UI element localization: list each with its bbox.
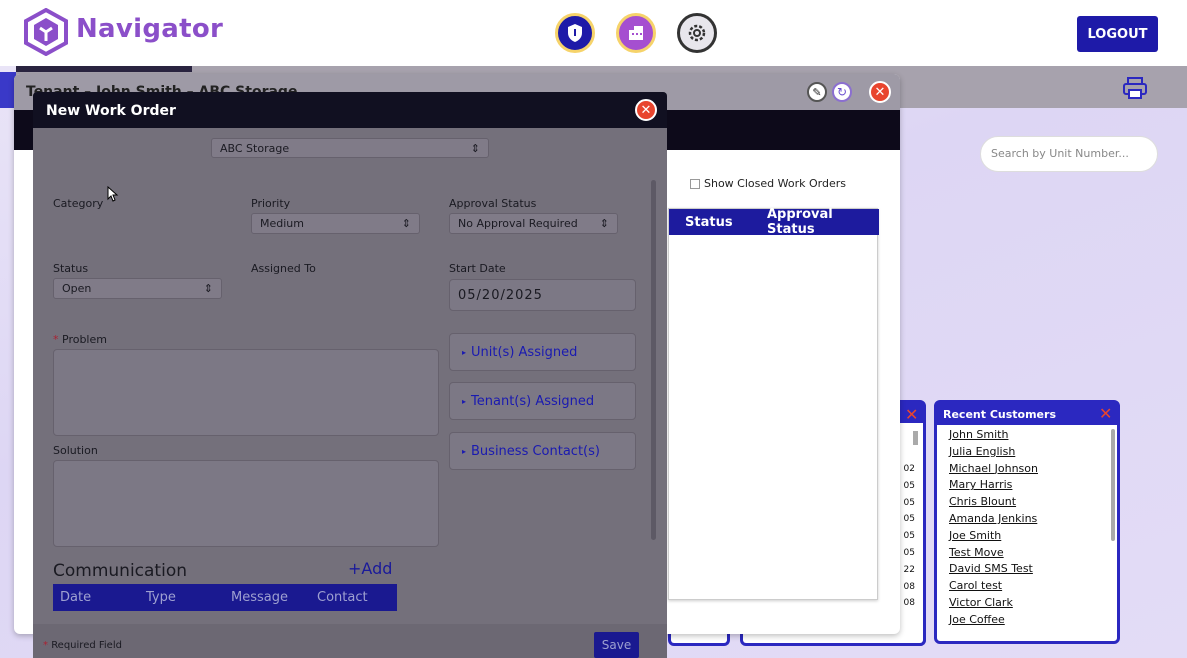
printer-icon[interactable] [1122,76,1148,100]
start-date-label: Start Date [449,262,506,275]
add-communication-button[interactable]: +Add [348,559,392,578]
select-arrow-icon: ⇕ [401,217,411,230]
communication-table-header: Date Type Message Contact [53,584,397,611]
tenant-close-icon[interactable]: ✕ [869,81,891,103]
recent-customers-widget: Recent Customers ✕ John Smith Julia Engl… [934,400,1120,644]
assigned-to-label: Assigned To [251,262,316,275]
customer-link[interactable]: Victor Clark [949,595,1038,612]
building-icon [629,26,643,40]
column-date: Date [60,590,92,605]
shield-icon [568,24,582,42]
modal-title: New Work Order [46,103,176,119]
recent-customers-close-icon[interactable]: ✕ [1099,404,1112,423]
select-arrow-icon: ⇕ [470,141,480,155]
recent-customers-title: Recent Customers [943,408,1056,421]
priority-label: Priority [251,197,291,210]
start-date-input[interactable]: 05/20/2025 [449,279,636,311]
modal-footer [33,624,667,658]
customer-link[interactable]: Michael Johnson [949,461,1038,478]
navigator-logo-icon [24,8,68,56]
required-field-note: * Required Field [43,640,122,651]
refresh-icon[interactable]: ↻ [832,82,852,102]
customer-link[interactable]: John Smith [949,427,1038,444]
business-contacts-accordion[interactable]: ▸ Business Contact(s) [449,432,636,470]
customer-link[interactable]: Mary Harris [949,477,1038,494]
column-message: Message [231,590,288,605]
category-label: Category [53,197,104,210]
customer-link[interactable]: Amanda Jenkins [949,511,1038,528]
work-order-table: Status Approval Status [668,207,879,600]
show-closed-checkbox[interactable] [690,178,700,189]
facility-value: ABC Storage [220,141,290,155]
brand-name: Navigator [76,14,224,44]
approval-status-value: No Approval Required [458,217,578,230]
problem-label: * Problem [53,333,107,346]
select-arrow-icon: ⇕ [203,282,213,295]
modal-scrollbar[interactable] [651,180,656,540]
expand-arrow-icon: ▸ [462,396,467,406]
expand-arrow-icon: ▸ [462,446,467,456]
business-contacts-label: Business Contact(s) [471,443,600,459]
save-button[interactable]: Save [594,632,639,658]
shield-button[interactable] [555,13,595,53]
column-type: Type [146,590,176,605]
column-approval-status[interactable]: Approval Status [767,207,879,237]
column-status[interactable]: Status [685,215,733,230]
approval-status-select[interactable]: No Approval Required ⇕ [449,213,618,234]
required-marker: * [53,333,59,346]
tenants-assigned-accordion[interactable]: ▸ Tenant(s) Assigned [449,382,636,420]
customer-link[interactable]: Test Move [949,545,1038,562]
building-button[interactable] [616,13,656,53]
priority-value: Medium [260,217,304,230]
customer-link[interactable]: Joe Coffee [949,612,1038,629]
logout-button[interactable]: LOGOUT [1077,16,1158,52]
approval-status-label: Approval Status [449,197,537,210]
solution-label: Solution [53,444,98,457]
customer-link[interactable]: Chris Blount [949,494,1038,511]
settings-button[interactable] [677,13,717,53]
paperclip-icon[interactable]: ✎ [807,82,827,102]
work-order-table-header: Status Approval Status [669,207,879,237]
expand-arrow-icon: ▸ [462,347,467,357]
gear-icon [688,24,706,42]
solution-textarea[interactable] [53,460,439,547]
problem-textarea[interactable] [53,349,439,436]
unit-search-input[interactable]: Search by Unit Number... [980,136,1158,172]
priority-select[interactable]: Medium ⇕ [251,213,420,234]
status-value: Open [62,282,92,295]
modal-close-icon[interactable]: ✕ [635,99,657,121]
customer-link[interactable]: Julia English [949,444,1038,461]
units-assigned-label: Unit(s) Assigned [471,344,578,360]
column-contact: Contact [317,590,368,605]
select-arrow-icon: ⇕ [599,217,609,230]
show-closed-label: Show Closed Work Orders [704,177,846,190]
recent-customers-scrollbar[interactable] [1111,429,1115,541]
customer-link[interactable]: Carol test [949,578,1038,595]
required-marker: * [43,640,48,651]
units-assigned-accordion[interactable]: ▸ Unit(s) Assigned [449,333,636,371]
active-tab-indicator [16,66,192,72]
mouse-cursor-icon [107,186,119,202]
tenants-assigned-label: Tenant(s) Assigned [471,393,595,409]
customer-link[interactable]: David SMS Test [949,561,1038,578]
communication-heading: Communication [53,561,187,581]
show-closed-toggle[interactable]: Show Closed Work Orders [690,177,846,190]
customer-link[interactable]: Joe Smith [949,528,1038,545]
units-widget-values: 02 05 05 05 05 05 22 08 08 [903,464,915,609]
status-select[interactable]: Open ⇕ [53,278,222,299]
units-widget-close-icon[interactable]: ✕ [905,405,918,424]
facility-select[interactable]: ABC Storage ⇕ [211,138,489,158]
status-label: Status [53,262,89,275]
